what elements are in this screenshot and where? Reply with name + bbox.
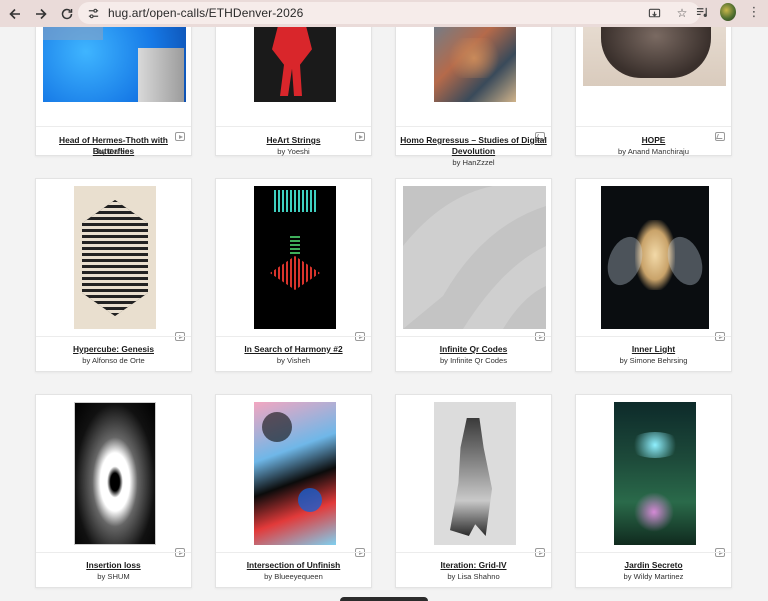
glow-shape: [628, 432, 682, 458]
cat-shape: [601, 27, 711, 78]
card-divider: [216, 126, 371, 127]
artwork-title[interactable]: HeArt Strings: [220, 135, 367, 146]
artwork-card[interactable]: Inner Light by Simone Behrsing: [575, 178, 732, 372]
artwork-thumbnail[interactable]: [254, 402, 336, 545]
thumbnail-detail: [43, 27, 103, 40]
artwork-thumbnail[interactable]: [434, 27, 516, 102]
reload-button[interactable]: [54, 2, 80, 26]
pattern-heart: [270, 256, 320, 290]
artwork-title[interactable]: In Search of Harmony #2: [220, 344, 367, 355]
artwork-author: by Blueeyequeen: [264, 572, 323, 581]
artwork-author: by Alfonso de Orte: [82, 356, 145, 365]
artwork-card[interactable]: Homo Regressus – Studies of Digital Devo…: [395, 27, 552, 167]
artwork-author: by Yoeshi: [277, 147, 310, 156]
artwork-author: by Anand Manchiraju: [618, 147, 689, 156]
back-button[interactable]: [2, 2, 28, 26]
paint-splatter: [262, 412, 292, 442]
artwork-thumbnail[interactable]: [43, 27, 186, 102]
card-divider: [216, 336, 371, 337]
address-bar[interactable]: hug.art/open-calls/ETHDenver-2026 ☆: [78, 2, 700, 24]
artwork-card[interactable]: Jardin Secreto by Wildy Martinez: [575, 394, 732, 588]
card-divider: [36, 552, 191, 553]
card-divider: [396, 336, 551, 337]
artwork-title[interactable]: Hypercube: Genesis: [40, 344, 187, 355]
artwork-thumbnail[interactable]: [614, 402, 696, 545]
artwork-card[interactable]: In Search of Harmony #2 by Visheh: [215, 178, 372, 372]
artwork-author: by HanZzzel: [452, 158, 495, 167]
card-divider: [216, 552, 371, 553]
url-text[interactable]: hug.art/open-calls/ETHDenver-2026: [108, 6, 303, 20]
artwork-thumbnail[interactable]: [583, 27, 726, 86]
card-divider: [576, 552, 731, 553]
artwork-author: by Wildy Martinez: [623, 572, 684, 581]
star-icon[interactable]: ☆: [674, 5, 690, 21]
thumbnail-detail: [444, 38, 504, 78]
artwork-author: by Simone Behrsing: [619, 356, 688, 365]
install-icon[interactable]: [646, 5, 662, 21]
artwork-thumbnail[interactable]: [254, 27, 336, 102]
card-divider: [396, 552, 551, 553]
forward-button[interactable]: [28, 2, 54, 26]
figure-shape: [272, 27, 312, 96]
placeholder-shape: [403, 186, 546, 329]
artwork-author: by Visheh: [276, 356, 311, 365]
avatar-icon: [720, 3, 736, 21]
tune-icon[interactable]: [86, 6, 100, 20]
profile-avatar[interactable]: [720, 3, 736, 21]
arrow-right-icon: [36, 8, 47, 19]
artwork-thumbnail[interactable]: [74, 186, 156, 329]
artwork-thumbnail[interactable]: [434, 402, 516, 545]
artwork-thumbnail[interactable]: [403, 186, 546, 329]
card-divider: [396, 126, 551, 127]
pattern-top: [274, 190, 316, 212]
more-menu-icon[interactable]: ⋮: [746, 3, 762, 21]
artwork-thumbnail[interactable]: [74, 402, 156, 545]
artwork-author: by Infinite Qr Codes: [439, 356, 508, 365]
media-queue-icon[interactable]: [694, 3, 710, 21]
pattern-middle: [290, 236, 300, 254]
scroll-indicator[interactable]: [340, 597, 428, 601]
artwork-card[interactable]: HeArt Strings by Yoeshi: [215, 27, 372, 156]
artwork-card[interactable]: Intersection of Unfinish by Blueeyequeen: [215, 394, 372, 588]
artwork-author: by Garen: [97, 147, 130, 156]
artwork-title[interactable]: Insertion loss: [40, 560, 187, 571]
artwork-card[interactable]: Hypercube: Genesis by Alfonso de Orte: [35, 178, 192, 372]
artwork-card[interactable]: Head of Hermes-Thoth with Butterflies by…: [35, 27, 192, 156]
card-divider: [576, 336, 731, 337]
artwork-card[interactable]: HOPE by Anand Manchiraju: [575, 27, 732, 156]
statue-fragment: [138, 48, 184, 102]
reload-icon: [61, 8, 73, 19]
card-divider: [576, 126, 731, 127]
artwork-title[interactable]: Homo Regressus – Studies of Digital Devo…: [400, 135, 547, 157]
artwork-title[interactable]: Iteration: Grid-IV: [400, 560, 547, 571]
artwork-card[interactable]: Iteration: Grid-IV by Lisa Shahno: [395, 394, 552, 588]
browser-toolbar: hug.art/open-calls/ETHDenver-2026 ☆ ⋮: [0, 0, 768, 27]
paint-splatter: [298, 488, 322, 512]
arrow-left-icon: [9, 8, 20, 19]
hypercube-shape: [82, 200, 148, 316]
card-divider: [36, 336, 191, 337]
artwork-title[interactable]: Jardin Secreto: [580, 560, 727, 571]
figure-shape: [450, 418, 492, 536]
artwork-card[interactable]: Insertion loss by SHUM: [35, 394, 192, 588]
artwork-title[interactable]: Inner Light: [580, 344, 727, 355]
artwork-grid: Head of Hermes-Thoth with Butterflies by…: [0, 27, 768, 601]
artwork-title[interactable]: Intersection of Unfinish: [220, 560, 367, 571]
artwork-thumbnail[interactable]: [601, 186, 709, 329]
artwork-title[interactable]: Infinite Qr Codes: [400, 344, 547, 355]
artwork-author: by Lisa Shahno: [447, 572, 500, 581]
artwork-thumbnail[interactable]: [254, 186, 336, 329]
card-divider: [36, 126, 191, 127]
artwork-card[interactable]: Infinite Qr Codes by Infinite Qr Codes: [395, 178, 552, 372]
glow-shape: [634, 492, 674, 532]
artwork-author: by SHUM: [97, 572, 130, 581]
artwork-title[interactable]: HOPE: [580, 135, 727, 146]
